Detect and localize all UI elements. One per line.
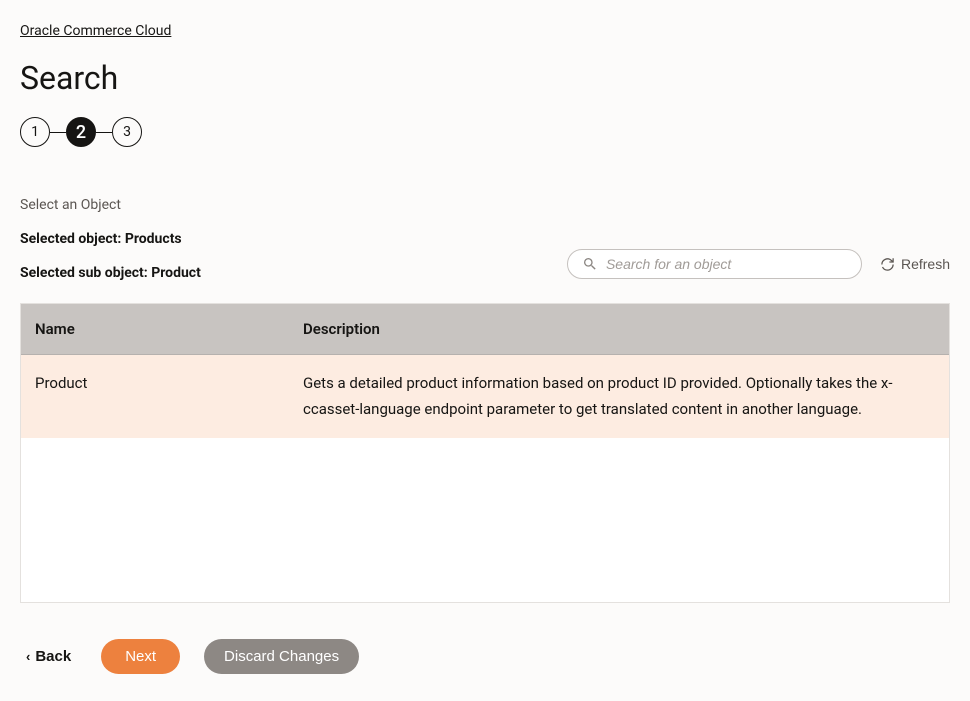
refresh-icon: [880, 257, 895, 272]
footer-buttons: ‹ Back Next Discard Changes: [20, 639, 950, 674]
table-header-row: Name Description: [21, 304, 949, 355]
step-2[interactable]: 2: [66, 117, 96, 147]
refresh-button[interactable]: Refresh: [880, 256, 950, 272]
cell-description: Gets a detailed product information base…: [289, 355, 949, 439]
step-1[interactable]: 1: [20, 117, 50, 147]
search-icon: [582, 256, 598, 272]
cell-name: Product: [21, 355, 289, 439]
step-connector: [50, 132, 66, 133]
next-button[interactable]: Next: [101, 639, 180, 674]
search-input[interactable]: [606, 256, 847, 272]
search-box[interactable]: [567, 249, 862, 279]
object-table: Name Description Product Gets a detailed…: [21, 304, 949, 438]
back-label: Back: [35, 648, 71, 665]
step-connector: [96, 132, 112, 133]
col-header-description[interactable]: Description: [289, 304, 949, 355]
table-row[interactable]: Product Gets a detailed product informat…: [21, 355, 949, 439]
step-3[interactable]: 3: [112, 117, 142, 147]
back-button[interactable]: ‹ Back: [20, 648, 77, 665]
chevron-left-icon: ‹: [26, 650, 30, 663]
table-container: Name Description Product Gets a detailed…: [20, 303, 950, 603]
discard-button[interactable]: Discard Changes: [204, 639, 359, 674]
section-label: Select an Object: [20, 197, 950, 213]
refresh-label: Refresh: [901, 256, 950, 272]
col-header-name[interactable]: Name: [21, 304, 289, 355]
breadcrumb-link[interactable]: Oracle Commerce Cloud: [20, 23, 171, 39]
page-title: Search: [20, 59, 950, 97]
selected-object-line: Selected object: Products: [20, 231, 950, 247]
stepper: 1 2 3: [20, 117, 950, 147]
